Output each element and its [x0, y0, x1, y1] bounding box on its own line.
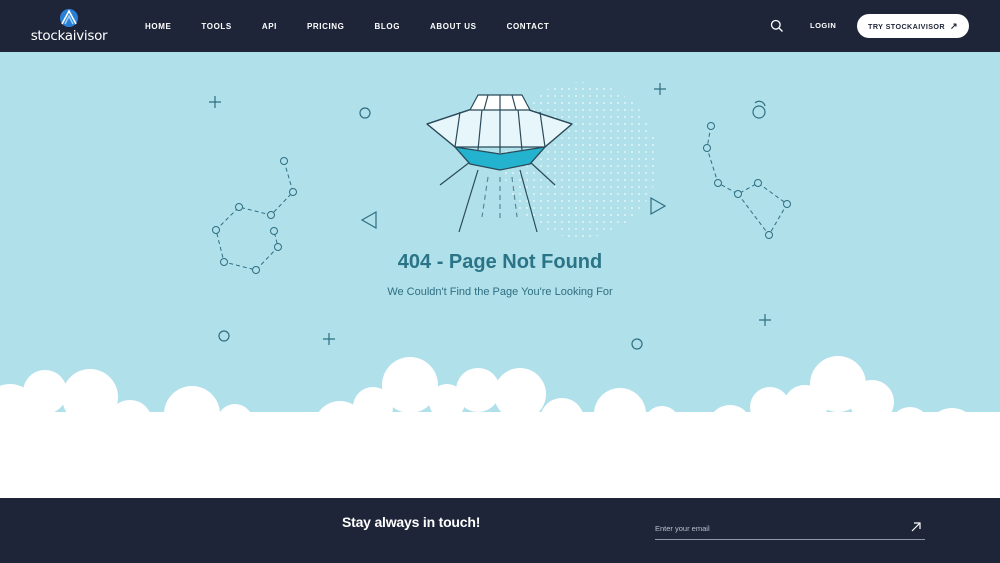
email-submit-button[interactable]: [909, 520, 923, 534]
nav-home[interactable]: HOME: [145, 22, 171, 31]
arrow-up-right-icon: ↗: [950, 20, 958, 31]
nav-tools[interactable]: TOOLS: [201, 22, 231, 31]
cta-label: TRY STOCKAIVISOR: [868, 21, 945, 31]
logo[interactable]: stockaivisor: [30, 8, 108, 46]
nav-pricing[interactable]: PRICING: [307, 22, 345, 31]
nav-contact[interactable]: CONTACT: [507, 22, 550, 31]
email-field-wrapper: [655, 518, 925, 540]
search-button[interactable]: [770, 19, 784, 33]
cloud-layer: [0, 356, 1000, 498]
error-hero: 404 - Page Not Found We Couldn't Find th…: [0, 52, 1000, 498]
hero-illustration: [0, 82, 1000, 498]
nav-api[interactable]: API: [262, 22, 277, 31]
nav-blog[interactable]: BLOG: [375, 22, 401, 31]
login-link[interactable]: LOGIN: [810, 21, 836, 30]
error-subtitle: We Couldn't Find the Page You're Looking…: [387, 286, 613, 298]
navbar: stockaivisor HOME TOOLS API PRICING BLOG…: [0, 0, 1000, 52]
search-icon: [770, 19, 783, 32]
newsletter-heading: Stay always in touch!: [342, 514, 481, 530]
email-input[interactable]: [655, 518, 895, 539]
logo-icon: [60, 9, 78, 27]
error-title: 404 - Page Not Found: [397, 251, 603, 273]
constellation-right: [703, 122, 791, 239]
nav-links: HOME TOOLS API PRICING BLOG ABOUT US CON…: [145, 0, 579, 52]
nav-about-us[interactable]: ABOUT US: [430, 22, 477, 31]
arrow-up-right-icon: [911, 522, 921, 532]
logo-text: stockaivisor: [30, 28, 108, 44]
try-stockaivisor-button[interactable]: TRY STOCKAIVISOR ↗: [857, 14, 969, 38]
footer-newsletter: Stay always in touch!: [0, 498, 1000, 563]
